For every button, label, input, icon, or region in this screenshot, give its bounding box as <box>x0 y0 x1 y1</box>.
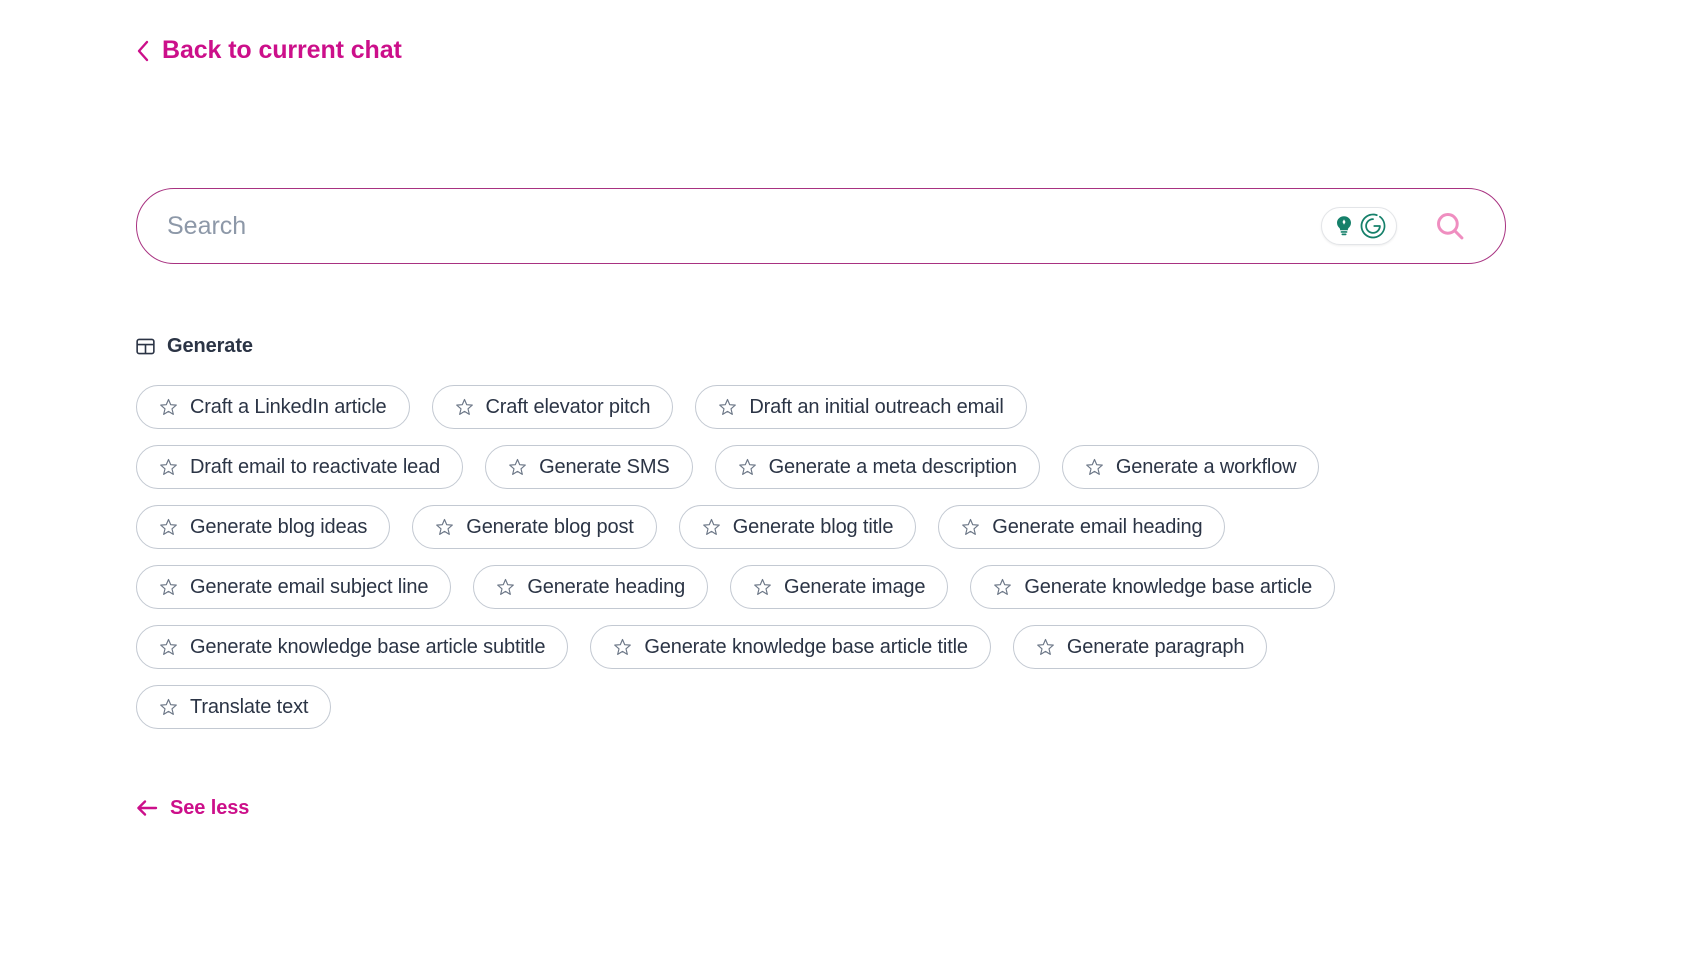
back-to-current-chat-label: Back to current chat <box>162 38 402 63</box>
prompt-chip[interactable]: Generate knowledge base article <box>970 565 1335 609</box>
prompt-chip[interactable]: Generate blog ideas <box>136 505 390 549</box>
prompt-chip-label: Draft email to reactivate lead <box>190 457 440 477</box>
prompt-chip[interactable]: Draft email to reactivate lead <box>136 445 463 489</box>
search-input[interactable] <box>137 189 1505 263</box>
star-icon <box>159 458 178 477</box>
star-icon <box>159 398 178 417</box>
prompt-chip-row: Craft a LinkedIn article Craft elevator p… <box>136 385 1536 429</box>
prompt-chip-label: Generate blog ideas <box>190 517 367 537</box>
star-icon <box>753 578 772 597</box>
prompt-chip-label: Generate image <box>784 577 925 597</box>
star-icon <box>159 698 178 717</box>
star-icon <box>159 638 178 657</box>
see-less-link[interactable]: See less <box>136 798 249 818</box>
prompt-chip[interactable]: Generate paragraph <box>1013 625 1267 669</box>
star-icon <box>508 458 527 477</box>
star-icon <box>993 578 1012 597</box>
prompt-chip-list: Craft a LinkedIn article Craft elevator p… <box>136 385 1536 745</box>
star-icon <box>738 458 757 477</box>
star-icon <box>718 398 737 417</box>
prompt-chip-label: Generate knowledge base article title <box>644 637 968 657</box>
star-icon <box>613 638 632 657</box>
prompt-chip[interactable]: Generate heading <box>473 565 708 609</box>
prompt-chip-label: Generate blog post <box>466 517 633 537</box>
star-icon <box>435 518 454 537</box>
prompt-chip[interactable]: Generate image <box>730 565 948 609</box>
generate-section-header: Generate <box>136 336 253 356</box>
prompt-chip[interactable]: Craft elevator pitch <box>432 385 674 429</box>
prompt-chip-label: Generate a meta description <box>769 457 1017 477</box>
star-icon <box>1036 638 1055 657</box>
chevron-left-icon <box>136 40 150 62</box>
back-to-current-chat-link[interactable]: Back to current chat <box>136 38 402 63</box>
arrow-left-icon <box>136 799 158 817</box>
prompt-chip-label: Generate paragraph <box>1067 637 1244 657</box>
prompt-chip[interactable]: Generate SMS <box>485 445 693 489</box>
prompt-chip[interactable]: Generate email heading <box>938 505 1225 549</box>
prompt-chip-label: Generate email subject line <box>190 577 428 597</box>
prompt-chip-label: Generate knowledge base article subtitle <box>190 637 545 657</box>
prompt-chip-label: Draft an initial outreach email <box>749 397 1003 417</box>
prompt-library-page: Back to current chat <box>0 0 1689 976</box>
star-icon <box>702 518 721 537</box>
star-icon <box>961 518 980 537</box>
prompt-chip[interactable]: Generate knowledge base article title <box>590 625 991 669</box>
prompt-chip-label: Generate blog title <box>733 517 894 537</box>
prompt-chip-label: Generate SMS <box>539 457 670 477</box>
prompt-chip[interactable]: Generate blog title <box>679 505 917 549</box>
generate-section-title: Generate <box>167 336 253 356</box>
prompt-chip[interactable]: Draft an initial outreach email <box>695 385 1026 429</box>
prompt-chip[interactable]: Generate a meta description <box>715 445 1040 489</box>
star-icon <box>1085 458 1104 477</box>
lightbulb-icon <box>1331 213 1357 239</box>
search-icon[interactable] <box>1433 209 1467 243</box>
prompt-chip-row: Generate knowledge base article subtitle… <box>136 625 1536 669</box>
prompt-chip[interactable]: Translate text <box>136 685 331 729</box>
prompt-chip[interactable]: Generate knowledge base article subtitle <box>136 625 568 669</box>
prompt-chip[interactable]: Generate blog post <box>412 505 656 549</box>
search-box[interactable] <box>136 188 1506 264</box>
prompt-chip-row: Draft email to reactivate lead Generate S… <box>136 445 1536 489</box>
prompt-chip-row: Generate blog ideas Generate blog post Gen… <box>136 505 1536 549</box>
prompt-chip-label: Craft a LinkedIn article <box>190 397 387 417</box>
prompt-chip-label: Generate a workflow <box>1116 457 1297 477</box>
prompt-chip-label: Generate heading <box>527 577 685 597</box>
star-icon <box>159 518 178 537</box>
grammarly-badge[interactable] <box>1321 207 1397 245</box>
prompt-chip-row: Generate email subject line Generate head… <box>136 565 1536 609</box>
star-icon <box>159 578 178 597</box>
star-icon <box>496 578 515 597</box>
search-bar <box>136 188 1506 264</box>
prompt-chip-label: Craft elevator pitch <box>486 397 651 417</box>
prompt-chip-label: Generate email heading <box>992 517 1202 537</box>
star-icon <box>455 398 474 417</box>
prompt-chip-label: Translate text <box>190 697 308 717</box>
prompt-chip[interactable]: Generate a workflow <box>1062 445 1320 489</box>
grid-icon <box>136 337 155 356</box>
grammarly-logo-icon <box>1359 212 1387 240</box>
prompt-chip[interactable]: Craft a LinkedIn article <box>136 385 410 429</box>
prompt-chip-row: Translate text <box>136 685 1536 729</box>
prompt-chip[interactable]: Generate email subject line <box>136 565 451 609</box>
prompt-chip-label: Generate knowledge base article <box>1024 577 1312 597</box>
see-less-label: See less <box>170 798 249 818</box>
